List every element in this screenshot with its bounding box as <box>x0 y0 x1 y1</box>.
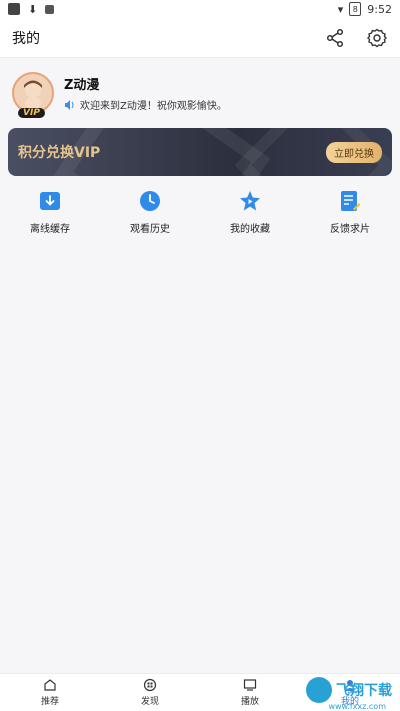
feature-label: 离线缓存 <box>30 224 70 235</box>
a-icon <box>45 4 55 14</box>
clock-icon <box>139 190 161 212</box>
status-left-icons: ⬇ <box>8 2 55 16</box>
nav-label: 播放 <box>240 697 259 707</box>
battery-icon: 8 <box>349 2 362 16</box>
watermark-site: www.fxxz.com <box>328 702 386 711</box>
status-bar: ⬇ ▾ 8 9:52 <box>0 0 400 18</box>
download-icon: ⬇ <box>28 2 38 16</box>
tv-icon <box>243 679 257 691</box>
header-actions <box>324 27 388 49</box>
feature-shortcuts: 离线缓存 观看历史 我的收藏 反馈求片 <box>0 190 400 242</box>
watermark-logo-icon <box>306 677 332 703</box>
download-box-icon <box>39 190 61 212</box>
nav-recommend[interactable]: 推荐 <box>0 674 100 711</box>
feature-label: 我的收藏 <box>230 224 270 235</box>
feature-offline-cache[interactable]: 离线缓存 <box>0 190 100 242</box>
vip-banner-title: 积分兑换VIP <box>18 145 101 161</box>
page-title: 我的 <box>12 30 40 47</box>
discover-icon <box>143 678 157 692</box>
wifi-icon: ▾ <box>337 2 344 16</box>
profile-section[interactable]: VIP Z动漫 欢迎来到Z动漫！祝你观影愉快。 <box>0 58 400 128</box>
welcome-text: 欢迎来到Z动漫！祝你观影愉快。 <box>80 101 227 112</box>
star-icon <box>239 190 261 212</box>
nav-label: 推荐 <box>40 697 59 707</box>
speaker-icon <box>65 99 74 110</box>
nav-label: 发现 <box>140 697 159 707</box>
edit-doc-icon <box>339 190 361 212</box>
avatar-face-icon <box>24 80 42 108</box>
status-right: ▾ 8 9:52 <box>338 2 392 16</box>
nav-play[interactable]: 播放 <box>200 674 300 711</box>
vip-badge: VIP <box>18 108 45 118</box>
nav-discover[interactable]: 发现 <box>100 674 200 711</box>
feature-label: 反馈求片 <box>330 224 370 235</box>
watermark: 飞翔下载 www.fxxz.com <box>306 677 392 711</box>
feature-watch-history[interactable]: 观看历史 <box>100 190 200 242</box>
vip-exchange-banner[interactable]: 积分兑换VIP 立即兑换 <box>8 128 392 176</box>
watermark-brand: 飞翔下载 <box>336 683 392 699</box>
clock-time: 9:52 <box>367 2 392 16</box>
top-header: 我的 <box>0 18 400 58</box>
username: Z动漫 <box>64 78 100 93</box>
avatar[interactable]: VIP <box>12 72 54 118</box>
feature-label: 观看历史 <box>130 224 170 235</box>
feature-my-favorites[interactable]: 我的收藏 <box>200 190 300 242</box>
gear-icon[interactable] <box>366 27 388 49</box>
welcome-line: 欢迎来到Z动漫！祝你观影愉快。 <box>64 97 227 112</box>
app-icon <box>8 3 20 15</box>
feature-feedback-request[interactable]: 反馈求片 <box>300 190 400 242</box>
profile-info: Z动漫 欢迎来到Z动漫！祝你观影愉快。 <box>64 74 227 112</box>
redeem-now-button[interactable]: 立即兑换 <box>326 141 382 163</box>
home-icon <box>44 679 56 691</box>
share-icon[interactable] <box>324 27 346 49</box>
battery-level: 8 <box>352 4 358 14</box>
